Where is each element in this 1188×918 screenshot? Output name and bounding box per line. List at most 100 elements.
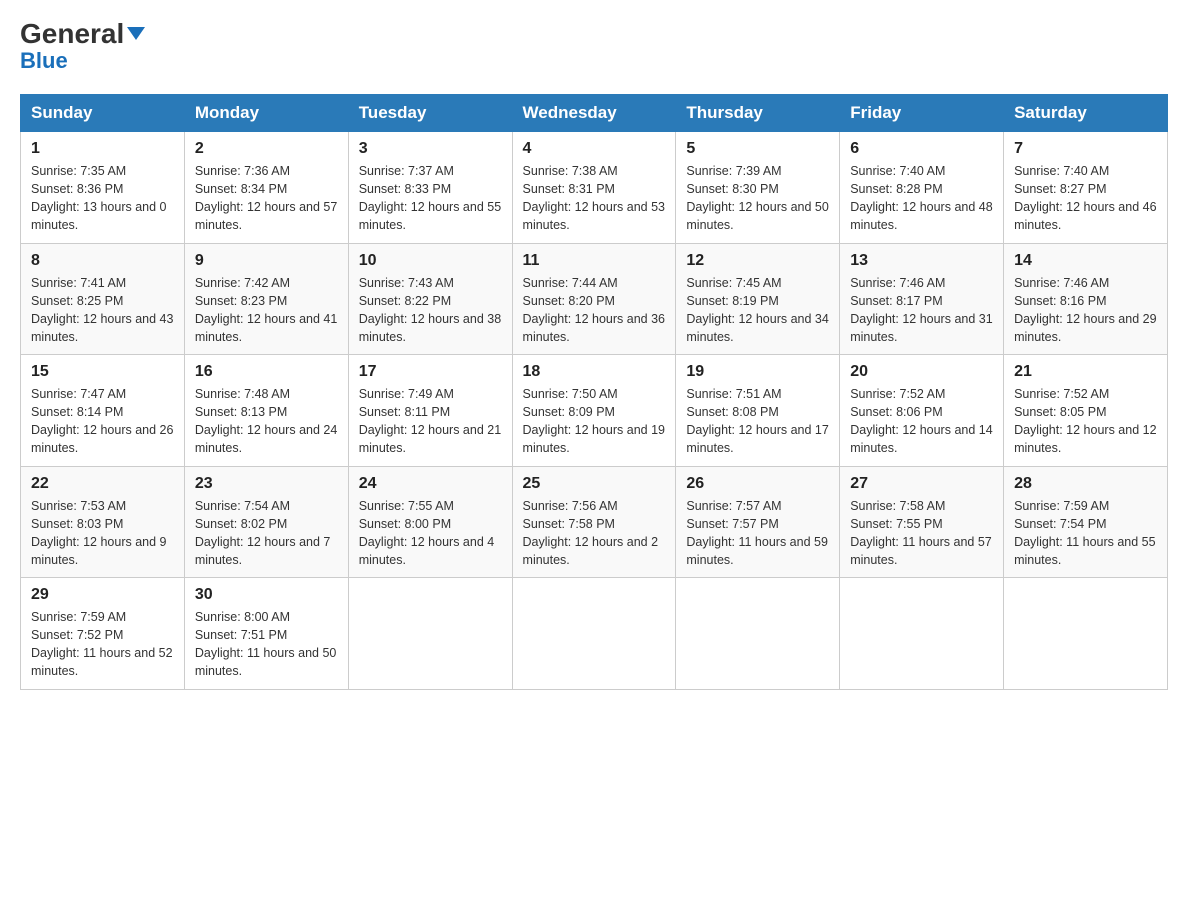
calendar-cell: 21 Sunrise: 7:52 AM Sunset: 8:05 PM Dayl… [1004, 355, 1168, 467]
calendar-week-row: 1 Sunrise: 7:35 AM Sunset: 8:36 PM Dayli… [21, 132, 1168, 244]
calendar-cell: 2 Sunrise: 7:36 AM Sunset: 8:34 PM Dayli… [184, 132, 348, 244]
logo: General Blue [20, 20, 145, 74]
weekday-header-row: Sunday Monday Tuesday Wednesday Thursday… [21, 95, 1168, 132]
day-info: Sunrise: 7:46 AM Sunset: 8:16 PM Dayligh… [1014, 274, 1157, 347]
calendar-cell: 18 Sunrise: 7:50 AM Sunset: 8:09 PM Dayl… [512, 355, 676, 467]
day-info: Sunrise: 7:44 AM Sunset: 8:20 PM Dayligh… [523, 274, 666, 347]
day-info: Sunrise: 7:45 AM Sunset: 8:19 PM Dayligh… [686, 274, 829, 347]
day-number: 2 [195, 140, 338, 158]
calendar-week-row: 15 Sunrise: 7:47 AM Sunset: 8:14 PM Dayl… [21, 355, 1168, 467]
day-info: Sunrise: 7:57 AM Sunset: 7:57 PM Dayligh… [686, 497, 829, 570]
day-number: 3 [359, 140, 502, 158]
calendar-cell [840, 578, 1004, 690]
day-number: 29 [31, 586, 174, 604]
calendar-cell: 7 Sunrise: 7:40 AM Sunset: 8:27 PM Dayli… [1004, 132, 1168, 244]
day-number: 6 [850, 140, 993, 158]
calendar-cell: 23 Sunrise: 7:54 AM Sunset: 8:02 PM Dayl… [184, 466, 348, 578]
day-number: 20 [850, 363, 993, 381]
day-number: 25 [523, 475, 666, 493]
calendar-cell: 29 Sunrise: 7:59 AM Sunset: 7:52 PM Dayl… [21, 578, 185, 690]
calendar-cell: 14 Sunrise: 7:46 AM Sunset: 8:16 PM Dayl… [1004, 243, 1168, 355]
calendar-cell: 10 Sunrise: 7:43 AM Sunset: 8:22 PM Dayl… [348, 243, 512, 355]
day-info: Sunrise: 7:42 AM Sunset: 8:23 PM Dayligh… [195, 274, 338, 347]
calendar-cell: 11 Sunrise: 7:44 AM Sunset: 8:20 PM Dayl… [512, 243, 676, 355]
calendar-cell: 1 Sunrise: 7:35 AM Sunset: 8:36 PM Dayli… [21, 132, 185, 244]
col-thursday: Thursday [676, 95, 840, 132]
day-number: 26 [686, 475, 829, 493]
calendar-cell: 5 Sunrise: 7:39 AM Sunset: 8:30 PM Dayli… [676, 132, 840, 244]
calendar-week-row: 22 Sunrise: 7:53 AM Sunset: 8:03 PM Dayl… [21, 466, 1168, 578]
calendar-cell: 28 Sunrise: 7:59 AM Sunset: 7:54 PM Dayl… [1004, 466, 1168, 578]
day-number: 1 [31, 140, 174, 158]
day-info: Sunrise: 7:55 AM Sunset: 8:00 PM Dayligh… [359, 497, 502, 570]
calendar-cell: 26 Sunrise: 7:57 AM Sunset: 7:57 PM Dayl… [676, 466, 840, 578]
day-number: 19 [686, 363, 829, 381]
calendar-cell [348, 578, 512, 690]
day-number: 5 [686, 140, 829, 158]
day-info: Sunrise: 7:40 AM Sunset: 8:27 PM Dayligh… [1014, 162, 1157, 235]
calendar-cell: 20 Sunrise: 7:52 AM Sunset: 8:06 PM Dayl… [840, 355, 1004, 467]
calendar-cell: 24 Sunrise: 7:55 AM Sunset: 8:00 PM Dayl… [348, 466, 512, 578]
day-info: Sunrise: 7:48 AM Sunset: 8:13 PM Dayligh… [195, 385, 338, 458]
day-info: Sunrise: 8:00 AM Sunset: 7:51 PM Dayligh… [195, 608, 338, 681]
day-number: 28 [1014, 475, 1157, 493]
calendar-cell: 13 Sunrise: 7:46 AM Sunset: 8:17 PM Dayl… [840, 243, 1004, 355]
day-number: 7 [1014, 140, 1157, 158]
day-number: 17 [359, 363, 502, 381]
calendar-cell: 16 Sunrise: 7:48 AM Sunset: 8:13 PM Dayl… [184, 355, 348, 467]
calendar-week-row: 29 Sunrise: 7:59 AM Sunset: 7:52 PM Dayl… [21, 578, 1168, 690]
day-number: 23 [195, 475, 338, 493]
col-tuesday: Tuesday [348, 95, 512, 132]
day-info: Sunrise: 7:41 AM Sunset: 8:25 PM Dayligh… [31, 274, 174, 347]
day-info: Sunrise: 7:35 AM Sunset: 8:36 PM Dayligh… [31, 162, 174, 235]
calendar-cell [676, 578, 840, 690]
logo-general: General [20, 20, 145, 48]
day-info: Sunrise: 7:59 AM Sunset: 7:54 PM Dayligh… [1014, 497, 1157, 570]
calendar-cell: 19 Sunrise: 7:51 AM Sunset: 8:08 PM Dayl… [676, 355, 840, 467]
day-info: Sunrise: 7:52 AM Sunset: 8:06 PM Dayligh… [850, 385, 993, 458]
col-wednesday: Wednesday [512, 95, 676, 132]
calendar-cell: 25 Sunrise: 7:56 AM Sunset: 7:58 PM Dayl… [512, 466, 676, 578]
day-info: Sunrise: 7:36 AM Sunset: 8:34 PM Dayligh… [195, 162, 338, 235]
day-info: Sunrise: 7:46 AM Sunset: 8:17 PM Dayligh… [850, 274, 993, 347]
col-friday: Friday [840, 95, 1004, 132]
day-number: 13 [850, 252, 993, 270]
day-info: Sunrise: 7:49 AM Sunset: 8:11 PM Dayligh… [359, 385, 502, 458]
col-saturday: Saturday [1004, 95, 1168, 132]
day-info: Sunrise: 7:53 AM Sunset: 8:03 PM Dayligh… [31, 497, 174, 570]
calendar-cell: 27 Sunrise: 7:58 AM Sunset: 7:55 PM Dayl… [840, 466, 1004, 578]
calendar-cell [512, 578, 676, 690]
day-info: Sunrise: 7:50 AM Sunset: 8:09 PM Dayligh… [523, 385, 666, 458]
calendar-cell: 4 Sunrise: 7:38 AM Sunset: 8:31 PM Dayli… [512, 132, 676, 244]
day-number: 4 [523, 140, 666, 158]
day-info: Sunrise: 7:59 AM Sunset: 7:52 PM Dayligh… [31, 608, 174, 681]
day-number: 15 [31, 363, 174, 381]
calendar-cell: 17 Sunrise: 7:49 AM Sunset: 8:11 PM Dayl… [348, 355, 512, 467]
day-info: Sunrise: 7:52 AM Sunset: 8:05 PM Dayligh… [1014, 385, 1157, 458]
calendar-week-row: 8 Sunrise: 7:41 AM Sunset: 8:25 PM Dayli… [21, 243, 1168, 355]
day-number: 8 [31, 252, 174, 270]
day-number: 16 [195, 363, 338, 381]
calendar-table: Sunday Monday Tuesday Wednesday Thursday… [20, 94, 1168, 690]
col-monday: Monday [184, 95, 348, 132]
day-info: Sunrise: 7:58 AM Sunset: 7:55 PM Dayligh… [850, 497, 993, 570]
day-number: 11 [523, 252, 666, 270]
day-info: Sunrise: 7:37 AM Sunset: 8:33 PM Dayligh… [359, 162, 502, 235]
calendar-cell: 30 Sunrise: 8:00 AM Sunset: 7:51 PM Dayl… [184, 578, 348, 690]
calendar-cell: 22 Sunrise: 7:53 AM Sunset: 8:03 PM Dayl… [21, 466, 185, 578]
calendar-cell: 12 Sunrise: 7:45 AM Sunset: 8:19 PM Dayl… [676, 243, 840, 355]
day-info: Sunrise: 7:54 AM Sunset: 8:02 PM Dayligh… [195, 497, 338, 570]
calendar-cell: 15 Sunrise: 7:47 AM Sunset: 8:14 PM Dayl… [21, 355, 185, 467]
calendar-cell: 9 Sunrise: 7:42 AM Sunset: 8:23 PM Dayli… [184, 243, 348, 355]
day-number: 27 [850, 475, 993, 493]
day-info: Sunrise: 7:51 AM Sunset: 8:08 PM Dayligh… [686, 385, 829, 458]
day-info: Sunrise: 7:56 AM Sunset: 7:58 PM Dayligh… [523, 497, 666, 570]
calendar-cell: 3 Sunrise: 7:37 AM Sunset: 8:33 PM Dayli… [348, 132, 512, 244]
day-info: Sunrise: 7:38 AM Sunset: 8:31 PM Dayligh… [523, 162, 666, 235]
calendar-cell: 8 Sunrise: 7:41 AM Sunset: 8:25 PM Dayli… [21, 243, 185, 355]
calendar-cell: 6 Sunrise: 7:40 AM Sunset: 8:28 PM Dayli… [840, 132, 1004, 244]
day-info: Sunrise: 7:43 AM Sunset: 8:22 PM Dayligh… [359, 274, 502, 347]
day-number: 10 [359, 252, 502, 270]
logo-blue: Blue [20, 48, 68, 74]
col-sunday: Sunday [21, 95, 185, 132]
